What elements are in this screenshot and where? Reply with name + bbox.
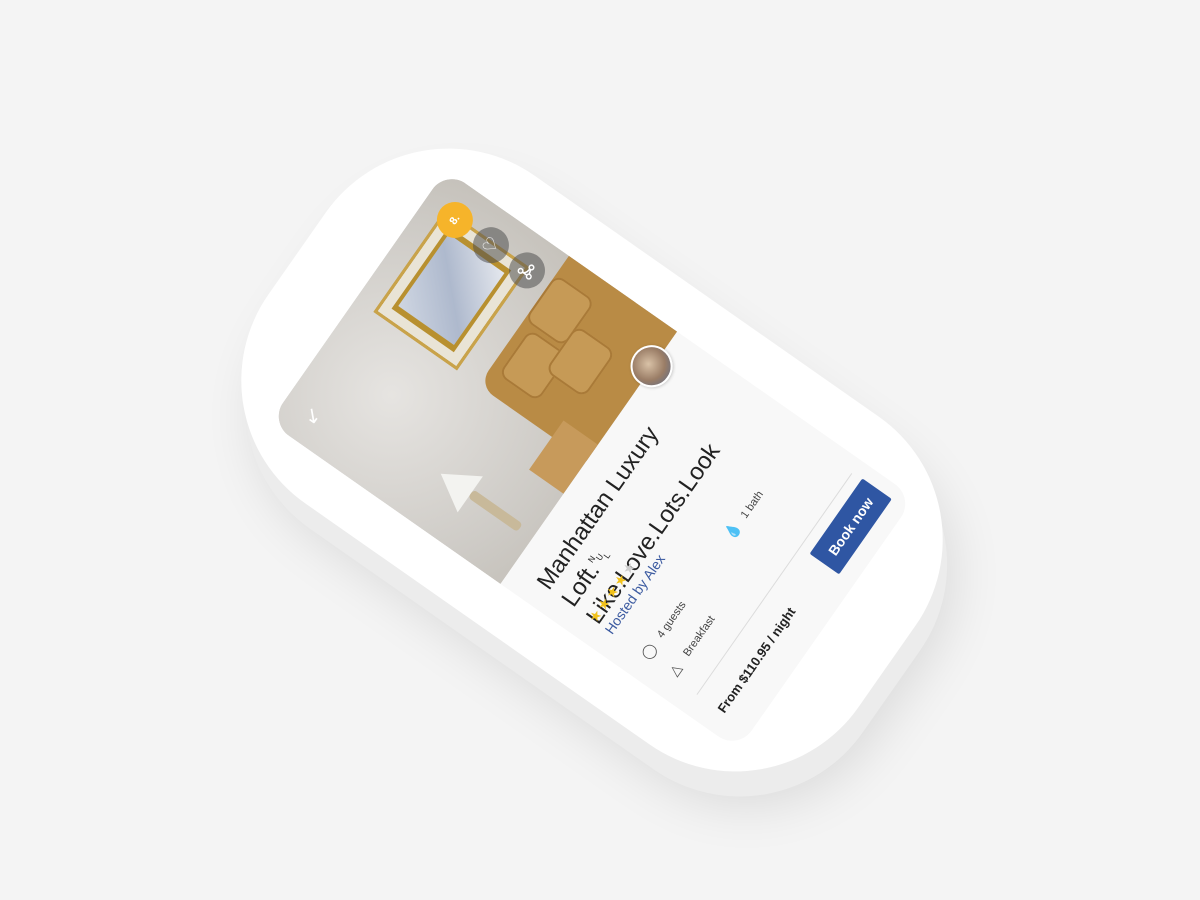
- book-now-button[interactable]: Book now: [809, 478, 892, 575]
- price-label: From $110.95 / night: [714, 604, 799, 716]
- feature-bath: 💧 1 bath: [721, 487, 767, 543]
- feature-label: 1 bath: [738, 488, 766, 521]
- feature-label: 4 guests: [654, 599, 689, 641]
- feature-label: Breakfast: [680, 613, 718, 659]
- phone-mockup: ↙ 8. ♡ Manhattan Luxury Loft.␀ Like.Love…: [182, 89, 1002, 831]
- phone-screen: ↙ 8. ♡ Manhattan Luxury Loft.␀ Like.Love…: [269, 169, 915, 751]
- cloche-icon: △: [665, 660, 685, 679]
- water-drop-icon: 💧: [721, 519, 745, 543]
- divider: [696, 473, 853, 695]
- person-icon: ◯: [637, 640, 660, 663]
